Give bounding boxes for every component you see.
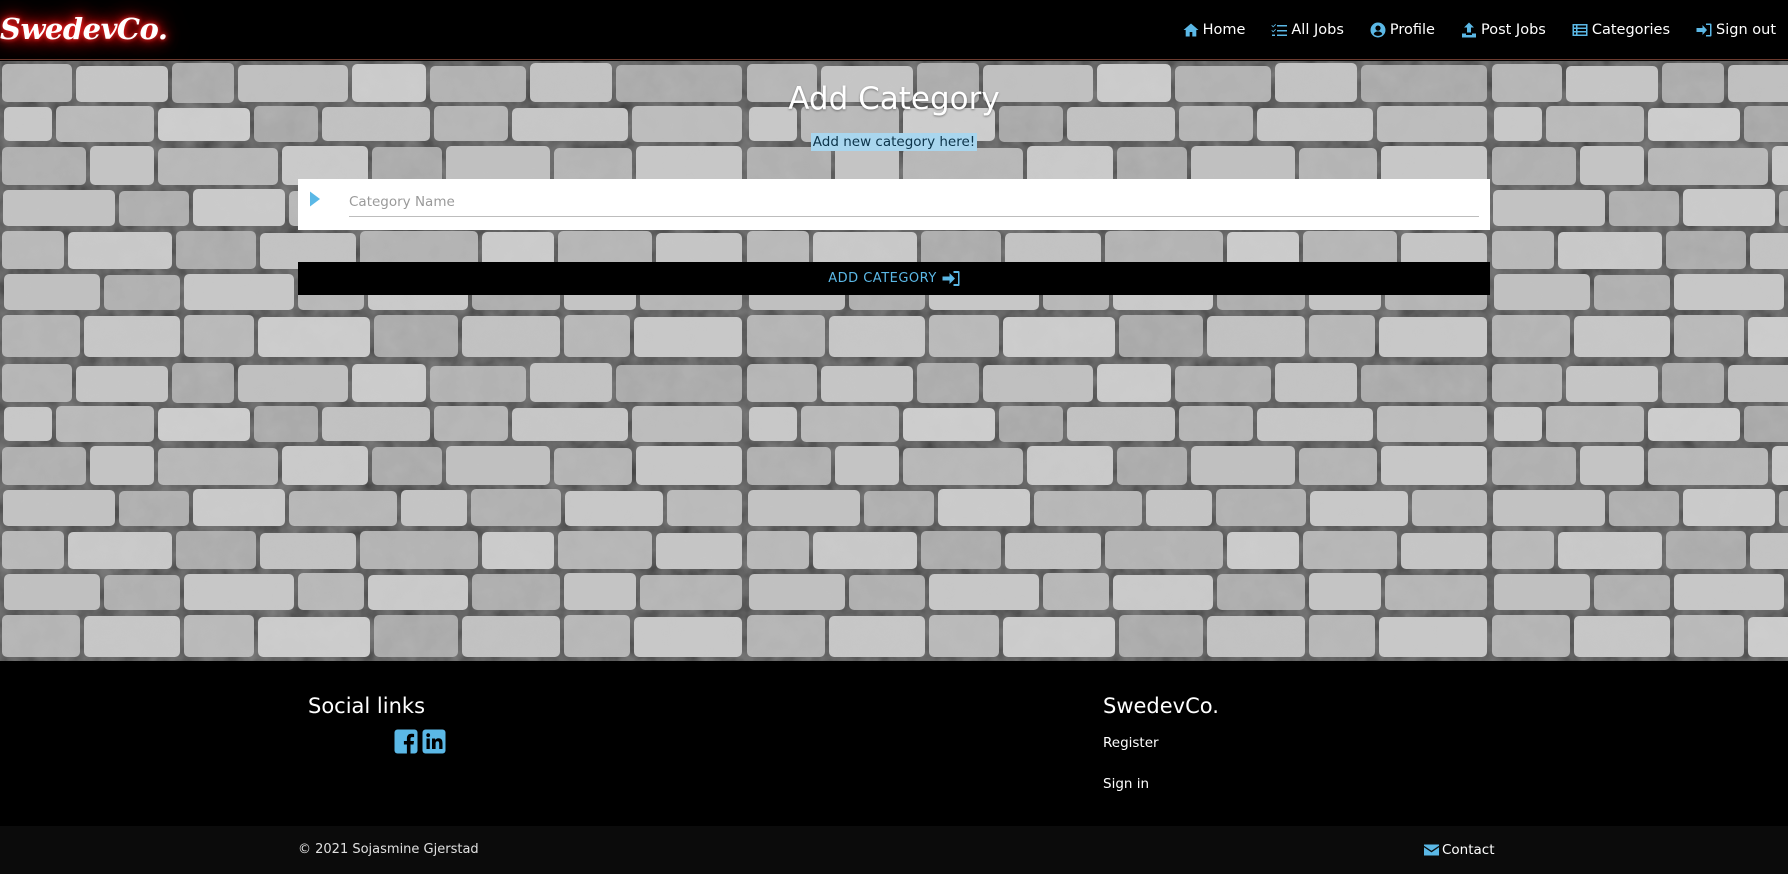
hero-section: Add Category Add new category here! ADD … bbox=[0, 61, 1788, 661]
contact-link[interactable]: Contact bbox=[1424, 842, 1495, 858]
nav-post-jobs-link[interactable]: Post Jobs bbox=[1461, 22, 1546, 38]
sign-in-icon bbox=[942, 271, 960, 286]
sign-out-icon bbox=[1696, 23, 1712, 37]
facebook-icon[interactable] bbox=[394, 729, 418, 754]
envelope-icon bbox=[1424, 844, 1439, 856]
nav-sign-out-link[interactable]: Sign out bbox=[1696, 22, 1776, 38]
add-category-button-label: ADD CATEGORY bbox=[828, 271, 937, 286]
brand-logo[interactable]: SwedevCo. bbox=[0, 12, 168, 46]
nav-profile-link[interactable]: Profile bbox=[1370, 22, 1435, 38]
user-circle-icon bbox=[1370, 22, 1386, 38]
contact-label: Contact bbox=[1442, 842, 1495, 858]
linkedin-icon[interactable] bbox=[422, 729, 446, 754]
copyright-text: © 2021 Sojasmine Gjerstad bbox=[298, 842, 479, 857]
upload-icon bbox=[1461, 22, 1476, 38]
add-category-button[interactable]: ADD CATEGORY bbox=[298, 262, 1490, 295]
caret-right-icon bbox=[310, 191, 320, 207]
nav-menu: Home All Jobs Profile Post Jobs Categori… bbox=[1183, 0, 1788, 60]
footer-register-link[interactable]: Register bbox=[1103, 735, 1159, 751]
nav-profile-label: Profile bbox=[1389, 22, 1435, 38]
nav-categories-link[interactable]: Categories bbox=[1572, 22, 1670, 38]
footer-brand-heading: SwedevCo. bbox=[1103, 694, 1219, 718]
nav-home-link[interactable]: Home bbox=[1183, 22, 1246, 38]
category-form-card bbox=[298, 179, 1490, 230]
footer-bottom-bar: © 2021 Sojasmine Gjerstad Contact bbox=[0, 826, 1788, 874]
nav-sign-out-label: Sign out bbox=[1716, 22, 1776, 38]
navbar: SwedevCo. Home All Jobs Profile Post Job… bbox=[0, 0, 1788, 60]
list-icon bbox=[1271, 24, 1288, 36]
nav-home-label: Home bbox=[1202, 22, 1246, 38]
stone-wall-background bbox=[0, 61, 1788, 661]
nav-categories-label: Categories bbox=[1591, 22, 1671, 38]
footer-sign-in-link[interactable]: Sign in bbox=[1103, 776, 1149, 792]
categories-icon bbox=[1572, 24, 1588, 36]
footer: Social links SwedevCo. Register Sign in bbox=[0, 661, 1788, 826]
nav-all-jobs-link[interactable]: All Jobs bbox=[1271, 22, 1344, 38]
nav-all-jobs-label: All Jobs bbox=[1291, 22, 1344, 38]
home-icon bbox=[1183, 23, 1199, 37]
nav-post-jobs-label: Post Jobs bbox=[1480, 22, 1546, 38]
social-icons bbox=[394, 729, 446, 754]
category-name-input[interactable] bbox=[349, 189, 1479, 217]
page-subtitle: Add new category here! bbox=[810, 133, 978, 151]
page-title: Add Category bbox=[788, 81, 1000, 117]
social-links-heading: Social links bbox=[308, 694, 426, 718]
